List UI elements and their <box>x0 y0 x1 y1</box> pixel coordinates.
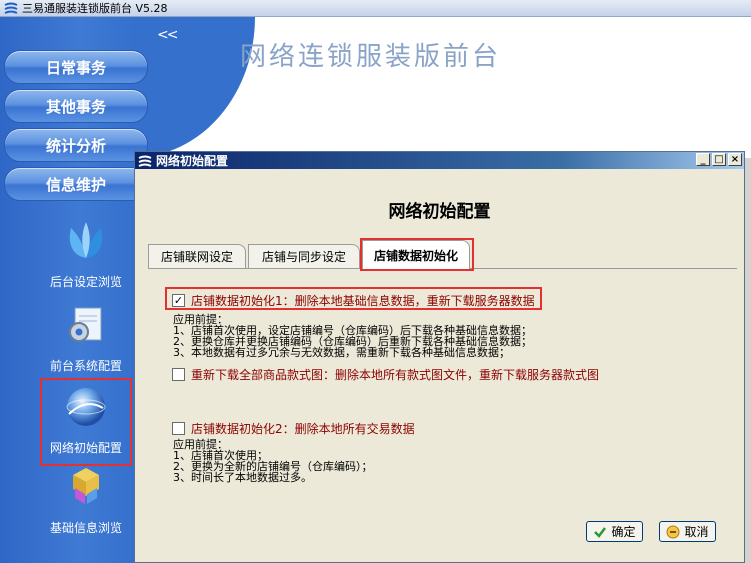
sidebar-item-label: 后台设定浏览 <box>49 275 122 289</box>
sidebar-item-label: 前台系统配置 <box>49 359 122 373</box>
option-init-1[interactable]: ✓ 店铺数据初始化1：删除本地基础信息数据，重新下载服务器数据 <box>172 292 535 309</box>
cancel-button-label: 取消 <box>684 525 709 539</box>
nav-button-stats[interactable]: 统计分析 <box>4 128 148 162</box>
nav-button-daily[interactable]: 日常事务 <box>4 50 148 84</box>
sidebar-item-base-info[interactable]: 基础信息浏览 <box>40 464 132 536</box>
note-2: 应用前提： 1、店铺首次使用； 2、更换为全新的店铺编号（仓库编码）； 3、时间… <box>173 439 373 483</box>
note-2-line: 3、时间长了本地数据过多。 <box>173 471 312 484</box>
network-init-dialog: 网络初始配置 _ □ × 网络初始配置 店铺联网设定 店铺与同步设定 店铺数据初… <box>134 151 745 563</box>
nav-button-other[interactable]: 其他事务 <box>4 89 148 123</box>
app-logo-icon <box>138 155 152 167</box>
ok-button[interactable]: 确定 <box>586 521 643 542</box>
cubes-icon <box>73 468 99 504</box>
ok-button-label: 确定 <box>611 525 636 539</box>
app-logo-icon <box>4 2 18 14</box>
sidebar-item-label: 网络初始配置 <box>49 441 122 455</box>
option-init-2-checkbox[interactable] <box>172 422 185 435</box>
tab-highlight-box <box>360 238 474 271</box>
note-1-line: 3、本地数据有过多冗余与无效数据，需重新下载各种基础信息数据； <box>173 346 510 359</box>
dialog-heading: 网络初始配置 <box>388 202 491 222</box>
note-1: 应用前提： 1、店铺首次使用，设定店铺编号（仓库编码）后下载各种基础信息数据； … <box>173 314 532 358</box>
option-redownload-images-checkbox[interactable] <box>172 368 185 381</box>
option-init-2[interactable]: 店铺数据初始化2：删除本地所有交易数据 <box>172 420 415 437</box>
dialog-title: 网络初始配置 <box>156 154 229 168</box>
close-button[interactable]: × <box>728 153 742 166</box>
nav-button-info[interactable]: 信息维护 <box>4 167 148 201</box>
sidebar-item-label: 基础信息浏览 <box>49 521 122 535</box>
option-redownload-images[interactable]: 重新下载全部商品款式图：删除本地所有款式图文件，重新下载服务器款式图 <box>172 366 599 383</box>
collapse-sidebar-button[interactable]: << <box>157 27 179 43</box>
option-init-1-checkbox[interactable]: ✓ <box>172 294 185 307</box>
tab-store-sync[interactable]: 店铺与同步设定 <box>248 244 360 268</box>
butterfly-icon <box>69 222 103 258</box>
option-redownload-images-label: 重新下载全部商品款式图：删除本地所有款式图文件，重新下载服务器款式图 <box>191 368 600 382</box>
minimize-button[interactable]: _ <box>696 153 710 166</box>
checkmark-icon <box>594 526 607 538</box>
main-title: 网络连锁服装版前台 <box>240 42 502 72</box>
tab-store-network[interactable]: 店铺联网设定 <box>148 244 246 268</box>
sidebar-item-backend-settings[interactable]: 后台设定浏览 <box>40 218 132 290</box>
sidebar-item-frontend-config[interactable]: 前台系统配置 <box>40 302 132 374</box>
app-titlebar: 三易通服装连锁版前台 V5.28 <box>0 0 751 17</box>
window-buttons: _ □ × <box>696 153 742 166</box>
option-init-2-label: 店铺数据初始化2：删除本地所有交易数据 <box>191 422 415 436</box>
maximize-button[interactable]: □ <box>712 153 726 166</box>
cancel-hand-icon <box>666 525 680 538</box>
cancel-button[interactable]: 取消 <box>659 521 716 542</box>
app-title: 三易通服装连锁版前台 V5.28 <box>22 2 168 15</box>
globe-icon <box>66 388 106 426</box>
option-init-1-label: 店铺数据初始化1：删除本地基础信息数据，重新下载服务器数据 <box>191 294 535 308</box>
gear-document-icon <box>69 307 102 342</box>
dialog-titlebar[interactable]: 网络初始配置 _ □ × <box>135 152 744 169</box>
sidebar-item-network-init[interactable]: 网络初始配置 <box>40 378 132 466</box>
